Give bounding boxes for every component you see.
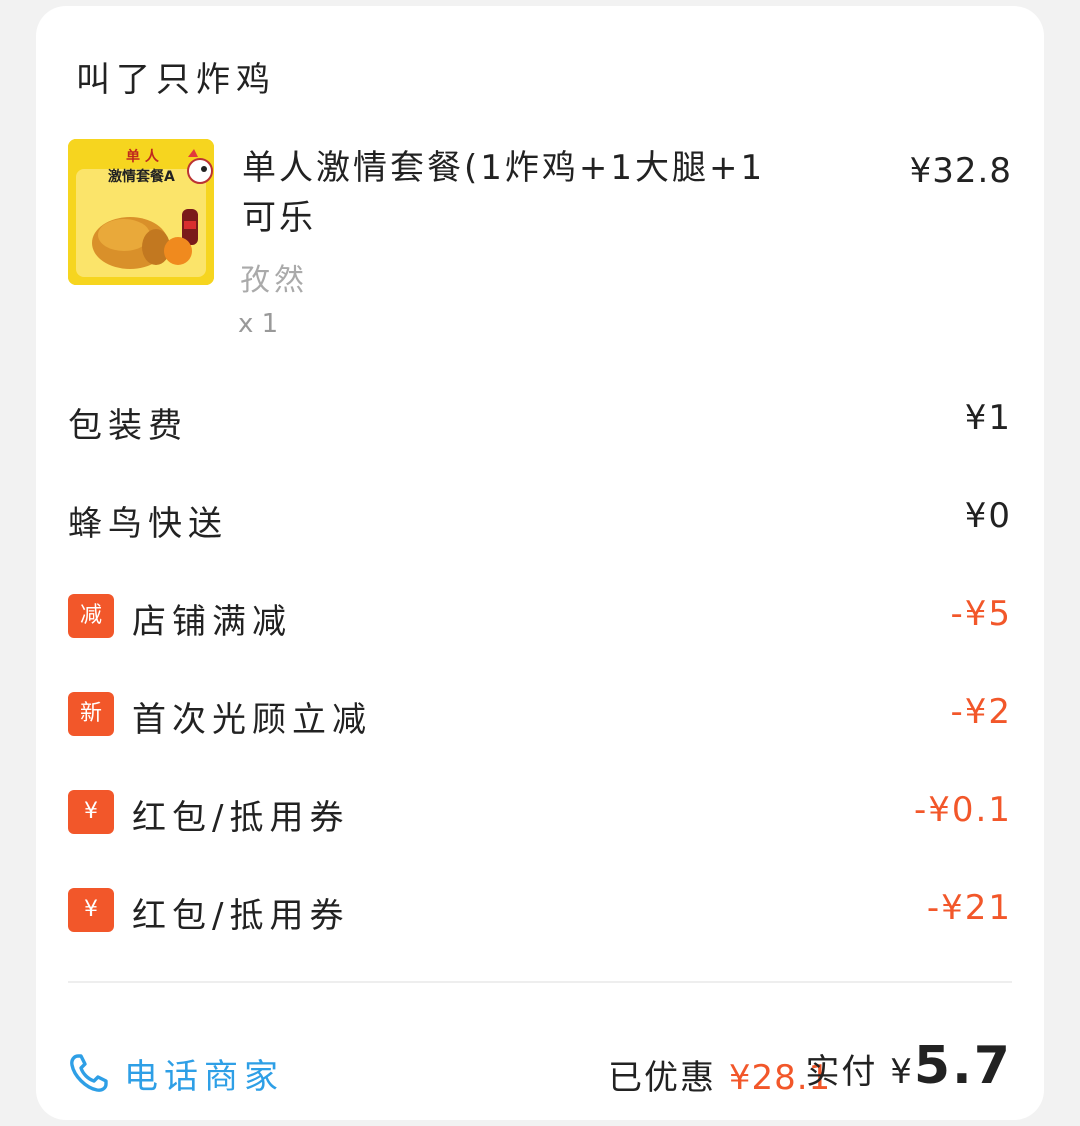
item-quantity: x 1 — [238, 309, 279, 339]
discount-amount: -¥21 — [926, 888, 1012, 928]
item-name: 单人激情套餐(1炸鸡+1大腿+1可乐 — [242, 148, 766, 238]
coupon-badge-icon: ¥ — [68, 790, 114, 834]
fee-amount: ¥1 — [964, 398, 1012, 438]
fee-row-delivery: 蜂鸟快送 ¥0 — [68, 488, 1012, 548]
phone-icon — [70, 1054, 108, 1092]
discount-amount: -¥5 — [950, 594, 1012, 634]
call-merchant-label: 电话商家 — [124, 1056, 284, 1097]
fee-label: 蜂鸟快送 — [68, 504, 228, 544]
order-item: 单 人 激情套餐A 单人激情套餐(1炸鸡+1大腿+1可乐 孜然 x 1 ¥32.… — [68, 139, 1012, 349]
fee-row-packaging: 包装费 ¥1 — [68, 390, 1012, 450]
thumb-title-2: 激情套餐A — [108, 168, 175, 185]
discount-amount: -¥0.1 — [914, 790, 1012, 830]
item-spec: 孜然 — [240, 263, 308, 298]
discount-label: 红包/抵用券 — [132, 798, 350, 838]
food-image-icon: 单 人 激情套餐A — [68, 139, 214, 285]
fee-amount: ¥0 — [964, 496, 1012, 536]
discount-row-coupon-1: ¥ 红包/抵用券 -¥0.1 — [68, 782, 1012, 842]
shop-name[interactable]: 叫了只炸鸡 — [76, 52, 276, 101]
order-detail-card: 叫了只炸鸡 单 人 激情套餐A 单人激情套餐(1炸鸡+1大腿+1可乐 孜然 x … — [36, 6, 1044, 1120]
paid-label: 实付 — [805, 1052, 878, 1092]
paid-value: 5.7 — [913, 1036, 1012, 1096]
paid-summary: 实付 ¥5.7 — [805, 1036, 1012, 1096]
fee-label: 包装费 — [68, 406, 188, 446]
discount-amount: -¥2 — [950, 692, 1012, 732]
new-badge-icon: 新 — [68, 692, 114, 736]
item-price: ¥32.8 — [909, 151, 1012, 191]
discount-label: 红包/抵用券 — [132, 896, 350, 936]
paid-currency: ¥ — [890, 1052, 914, 1092]
coupon-badge-icon: ¥ — [68, 888, 114, 932]
thumb-title-1: 单 人 — [126, 148, 160, 165]
item-thumbnail[interactable]: 单 人 激情套餐A — [68, 139, 214, 285]
divider — [68, 981, 1012, 983]
discount-label: 店铺满减 — [132, 602, 292, 642]
saved-summary: 已优惠 ¥28.1 — [608, 1050, 831, 1099]
discount-label: 首次光顾立减 — [132, 700, 372, 740]
order-footer: 电话商家 已优惠 ¥28.1 实付 ¥5.7 — [68, 1036, 1012, 1106]
saved-label: 已优惠 — [608, 1058, 716, 1098]
discount-row-coupon-2: ¥ 红包/抵用券 -¥21 — [68, 880, 1012, 940]
discount-row-store: 减 店铺满减 -¥5 — [68, 586, 1012, 646]
call-merchant-button[interactable]: 电话商家 — [68, 1048, 284, 1098]
discount-row-new-customer: 新 首次光顾立减 -¥2 — [68, 684, 1012, 744]
discount-badge-icon: 减 — [68, 594, 114, 638]
